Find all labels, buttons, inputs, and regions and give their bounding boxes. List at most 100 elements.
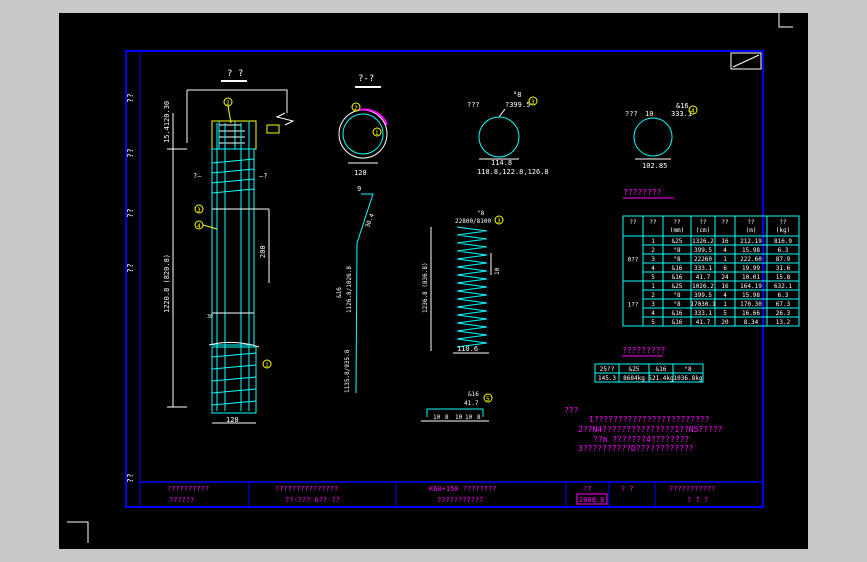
bar-table-cell: 15.98 bbox=[742, 292, 760, 299]
bar-table-header: ?? bbox=[673, 219, 681, 226]
bar-table-cell: 87.9 bbox=[776, 256, 791, 263]
spiral-dim-h: 1236.8 (836.8) bbox=[422, 262, 429, 313]
ring1-label-c: ?399.5 bbox=[505, 101, 530, 109]
bar-table-header: (cm) bbox=[696, 227, 710, 234]
bar-table-cell: 17030.1 bbox=[690, 301, 716, 308]
bar-label-9: 9 bbox=[357, 185, 361, 193]
bar-table-cell: 24 bbox=[721, 274, 729, 281]
spiral-pitch: 10 bbox=[494, 267, 501, 275]
bar-table-header: ?? bbox=[699, 219, 707, 226]
bar-table-header: ?? bbox=[747, 219, 755, 226]
title-cell: ?????? bbox=[169, 496, 194, 504]
bar-table-header: (kg) bbox=[776, 227, 790, 234]
bar-table-cell: 333.1 bbox=[694, 265, 712, 272]
bar-table-cell: 399.5 bbox=[694, 292, 712, 299]
notes: ??? 1???????????????????????? 2??N4?????… bbox=[564, 406, 723, 453]
bar-table-cell: 164.19 bbox=[740, 283, 762, 290]
bar-table-cell: 5 bbox=[651, 319, 655, 326]
summary-table-cell: 145.3 bbox=[598, 375, 616, 382]
bar-table-cell: 170.30 bbox=[740, 301, 762, 308]
bar-table-cell: 10.01 bbox=[742, 274, 760, 281]
bar-table-cell: 6.3 bbox=[778, 292, 789, 299]
svg-text:2: 2 bbox=[354, 105, 358, 112]
title-cell: ??-??? 6?? ?? bbox=[285, 496, 340, 504]
svg-text:4: 4 bbox=[197, 223, 201, 230]
dim-spacing: 200 bbox=[259, 245, 267, 258]
bar-dim-c: 1135.8/935.8 bbox=[344, 349, 351, 393]
side-label: ?? bbox=[126, 148, 135, 158]
bar-table-cell: &16 bbox=[672, 274, 683, 281]
stirrup-dim: 8 bbox=[445, 414, 449, 421]
elev-mark-left: ?— bbox=[193, 172, 202, 180]
bar-table-cell: °8 bbox=[673, 256, 681, 263]
title-cell: ??????????????? bbox=[275, 485, 338, 493]
bar-table-cell: 1 bbox=[723, 256, 727, 263]
ring2-dim: 102.85 bbox=[642, 162, 667, 170]
bar-table-cell: 8.34 bbox=[744, 319, 759, 326]
note-line: ??m ???????4???????? bbox=[593, 435, 690, 444]
bar-table-cell: 4 bbox=[723, 292, 727, 299]
bar-table-cell: 22260 bbox=[694, 256, 712, 263]
bar-table-cell: 13.2 bbox=[776, 319, 791, 326]
bar-table-cell: °8 bbox=[673, 292, 681, 299]
stirrup-num: 5 bbox=[486, 396, 490, 403]
section-num: 1 bbox=[375, 130, 379, 137]
spiral-coil bbox=[456, 226, 488, 348]
elevation-view: ? ? 2 30 3 4 1 ?— —? 15.4120.30 1220.8 (… bbox=[163, 69, 295, 424]
bar-table-cell: &25 bbox=[672, 283, 683, 290]
title-cell: ??????????? bbox=[437, 496, 483, 504]
title-block: ?????????? ?????? ??????????????? ??-???… bbox=[140, 481, 763, 507]
corner-mark-bottom bbox=[67, 521, 89, 543]
bar-table-cell: 3 bbox=[651, 256, 655, 263]
bar-table-header: ?? bbox=[629, 219, 637, 226]
spiral-label-b: 22800/8100 bbox=[455, 218, 492, 225]
cad-drawing: ?? ?? ?? ?? ?? ? ? 2 30 3 4 1 ?— —? 15.4… bbox=[67, 13, 800, 543]
bar-table-cell: 4 bbox=[651, 310, 655, 317]
bar-table-cell: &16 bbox=[672, 310, 683, 317]
bar-table-cell: 2 bbox=[651, 292, 655, 299]
bar-table-cell: 1326.2 bbox=[692, 238, 714, 245]
title-cell: ? ? ? bbox=[687, 496, 708, 504]
summary-table-cell: &16 bbox=[656, 366, 667, 373]
bar-table-cell: 19.99 bbox=[742, 265, 760, 272]
note-line: 1???????????????????????? bbox=[589, 415, 710, 424]
summary-table-cell: &25 bbox=[629, 366, 640, 373]
title-cell: ?????????? bbox=[167, 485, 209, 493]
bar-table-cell: &25 bbox=[672, 238, 683, 245]
ring1-dim-a: 114.8 bbox=[491, 159, 512, 167]
dim-top-left: 15.4120.30 bbox=[163, 101, 171, 143]
bar-table-cell: 41.7 bbox=[696, 319, 711, 326]
dim-height-left: 1220.8 (820.8) bbox=[163, 254, 171, 313]
bar-table-cell: °8 bbox=[673, 247, 681, 254]
svg-text:30: 30 bbox=[207, 314, 213, 320]
bar-table-cell: 5 bbox=[651, 274, 655, 281]
ring-detail-2: ??? 10 &16 333.1 4 102.85 bbox=[625, 102, 698, 170]
label-box bbox=[266, 124, 280, 134]
bar-table-cell: 3 bbox=[651, 301, 655, 308]
stirrup-label-b: 41.7 bbox=[464, 400, 479, 407]
title-cell: K60+150 ???????? bbox=[429, 485, 496, 493]
bar-table-cell: 816.9 bbox=[774, 238, 792, 245]
svg-text:3: 3 bbox=[197, 207, 201, 214]
ring2-num: 4 bbox=[691, 108, 695, 115]
bar-table-cell: °8 bbox=[673, 301, 681, 308]
bar-table-cell: 1026.2 bbox=[692, 283, 714, 290]
notes-title: ??? bbox=[564, 406, 579, 415]
ring2-label-b: &16 bbox=[676, 102, 689, 110]
stirrup-label-a: &16 bbox=[468, 391, 479, 398]
bar-schedule-table: ???????? ???? ??(mm)??(cm)?? ??(m)??(kg)1 &… bbox=[622, 188, 800, 327]
bar-table-cell: &16 bbox=[672, 319, 683, 326]
bar-table-cell: 16 bbox=[721, 283, 729, 290]
bar-table-header: (m) bbox=[746, 227, 757, 234]
corner-mark-top bbox=[778, 13, 793, 28]
summary-table-cell: 25?? bbox=[600, 366, 615, 373]
spiral-label-a: °8 bbox=[477, 210, 485, 217]
bar-table-cell: 20 bbox=[721, 319, 729, 326]
drawing-date: 2008.8 bbox=[579, 496, 604, 504]
note-line: 3??????????D???????????? bbox=[578, 444, 694, 453]
bar-table-cell: 5 bbox=[723, 310, 727, 317]
svg-text:3: 3 bbox=[497, 218, 501, 225]
stirrup-dim: 8 bbox=[477, 414, 481, 421]
ring1-label-b: °8 bbox=[513, 91, 521, 99]
bar-table-cell: 41.7 bbox=[696, 274, 711, 281]
